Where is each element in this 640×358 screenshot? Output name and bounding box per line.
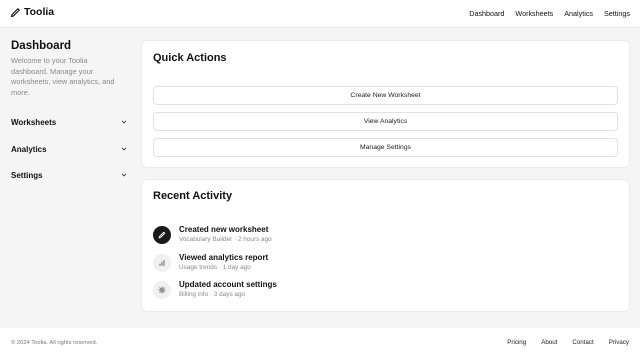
footer-link-pricing[interactable]: Pricing [507, 339, 526, 346]
sidebar-section-analytics[interactable]: Analytics [11, 142, 127, 156]
chevron-down-icon [121, 120, 127, 124]
activity-title: Updated account settings [179, 280, 277, 289]
sidebar-section-label: Settings [11, 170, 43, 180]
brand-name: Toolia [24, 6, 55, 18]
main-area: Dashboard Welcome to your Toolia dashboa… [0, 28, 640, 328]
footer-link-about[interactable]: About [541, 339, 557, 346]
footer-links: Pricing About Contact Privacy [507, 339, 629, 346]
sidebar: Dashboard Welcome to your Toolia dashboa… [11, 40, 127, 180]
copyright-text: © 2024 Toolia. All rights reserved. [11, 340, 98, 346]
brand-logo[interactable]: Toolia [10, 6, 54, 18]
pencil-icon [158, 231, 166, 239]
chevron-down-icon [121, 147, 127, 151]
view-analytics-button[interactable]: View Analytics [153, 112, 618, 131]
sidebar-title: Dashboard [11, 40, 72, 52]
bar-chart-icon [159, 260, 165, 266]
gear-icon [158, 286, 166, 294]
nav-link-settings[interactable]: Settings [604, 9, 630, 18]
sidebar-section-settings[interactable]: Settings [11, 168, 127, 182]
nav-link-dashboard[interactable]: Dashboard [469, 9, 504, 18]
sidebar-section-label: Worksheets [11, 117, 57, 127]
footer: © 2024 Toolia. All rights reserved. Pric… [0, 328, 640, 358]
sidebar-description: Welcome to your Toolia dashboard. Manage… [11, 56, 115, 97]
top-navigation: Toolia Dashboard Worksheets Analytics Se… [0, 0, 640, 28]
activity-detail: Billing info · 3 days ago [179, 291, 246, 298]
activity-item[interactable]: Created new worksheet Vocabulary Builder… [153, 225, 453, 247]
nav-link-analytics[interactable]: Analytics [564, 9, 593, 18]
activity-detail: Usage trends · 1 day ago [179, 264, 251, 271]
activity-item[interactable]: Updated account settings Billing info · … [153, 280, 453, 302]
chevron-down-icon [121, 173, 127, 177]
create-worksheet-button[interactable]: Create New Worksheet [153, 86, 618, 105]
activity-title: Viewed analytics report [179, 253, 269, 262]
quick-actions-card: Quick Actions Create New Worksheet View … [141, 40, 630, 168]
pencil-icon [10, 7, 20, 17]
sidebar-section-label: Analytics [11, 144, 47, 154]
activity-detail: Vocabulary Builder · 2 hours ago [179, 236, 272, 243]
quick-actions-title: Quick Actions [153, 52, 227, 64]
manage-settings-button[interactable]: Manage Settings [153, 138, 618, 157]
activity-icon-wrap [153, 226, 171, 244]
footer-link-contact[interactable]: Contact [572, 339, 593, 346]
activity-item[interactable]: Viewed analytics report Usage trends · 1… [153, 253, 453, 275]
nav-links: Dashboard Worksheets Analytics Settings [469, 9, 630, 18]
activity-icon-wrap [153, 281, 171, 299]
activity-title: Created new worksheet [179, 225, 269, 234]
recent-activity-card: Recent Activity Created new worksheet Vo… [141, 179, 630, 312]
recent-activity-title: Recent Activity [153, 190, 233, 202]
sidebar-section-worksheets[interactable]: Worksheets [11, 115, 127, 129]
footer-link-privacy[interactable]: Privacy [609, 339, 629, 346]
nav-link-worksheets[interactable]: Worksheets [515, 9, 553, 18]
activity-icon-wrap [153, 254, 171, 272]
